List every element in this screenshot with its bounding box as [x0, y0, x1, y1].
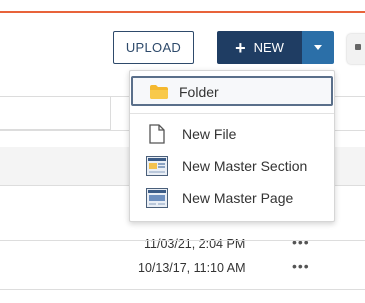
menu-item-label: Folder [179, 84, 219, 100]
divider [0, 289, 365, 290]
plus-icon: + [235, 37, 246, 58]
menu-item-label: New Master Section [182, 158, 308, 174]
divider [0, 240, 365, 241]
menu-separator [130, 113, 334, 114]
master-section-icon [146, 156, 168, 179]
row-modified-date: 10/13/17, 11:10 AM [138, 261, 246, 275]
new-button-label: NEW [253, 40, 284, 55]
more-options-icon[interactable]: ••• [292, 234, 310, 250]
menu-item-new-master-page[interactable]: New Master Page [130, 183, 334, 213]
upload-button-label: UPLOAD [125, 40, 182, 55]
side-panel-tab[interactable] [347, 34, 365, 64]
new-menu-dropdown: Folder New File New Master Section New M… [129, 70, 335, 222]
folder-icon [150, 85, 168, 102]
pin-icon [355, 44, 361, 50]
new-button[interactable]: + NEW [217, 31, 302, 64]
menu-item-new-master-section[interactable]: New Master Section [130, 151, 334, 181]
menu-item-folder[interactable]: Folder [131, 76, 333, 106]
upload-button[interactable]: UPLOAD [113, 31, 194, 64]
filter-input[interactable] [0, 96, 111, 130]
master-page-icon [146, 188, 168, 211]
chevron-down-icon [314, 45, 322, 50]
file-icon [149, 124, 165, 147]
menu-item-new-file[interactable]: New File [130, 119, 334, 149]
new-menu-toggle-button[interactable] [302, 31, 334, 64]
menu-item-label: New File [182, 126, 237, 142]
menu-item-label: New Master Page [182, 190, 294, 206]
more-options-icon[interactable]: ••• [292, 258, 310, 274]
